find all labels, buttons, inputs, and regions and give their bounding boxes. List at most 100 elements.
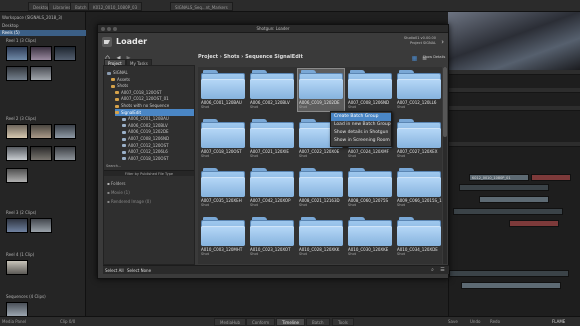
grid-view-icon[interactable]: ▦ (410, 54, 419, 63)
folder-icon (299, 70, 343, 99)
shot-type: Shot (397, 252, 405, 256)
tab-tools[interactable]: Tools (332, 318, 354, 326)
tab-clip[interactable]: K012_0010_1080P_03 (88, 2, 143, 11)
shot-type: Shot (250, 252, 258, 256)
folder-icon (115, 104, 119, 108)
clip-thumbnail[interactable] (6, 66, 28, 81)
library-item[interactable]: Reels (5) (2, 30, 20, 36)
shot-folder[interactable]: A007_C042_120XOP Shot (248, 168, 296, 216)
tab-conform[interactable]: Conform (246, 318, 276, 326)
clip-thumbnail[interactable] (6, 168, 28, 183)
folder-icon (397, 119, 441, 148)
shot-folder[interactable]: A007_C027_120XEX Shot (395, 119, 442, 167)
tree-search-input[interactable]: Search... (106, 164, 121, 169)
shot-folder[interactable]: A008_C021_12163D Shot (297, 168, 345, 216)
clip-thumbnail[interactable] (6, 302, 28, 317)
shot-folder[interactable]: A006_C002_120BLV Shot (248, 70, 296, 118)
shot-folder[interactable]: A010_C028_120XKK Shot (297, 217, 345, 264)
clip-thumbnail[interactable] (54, 46, 76, 61)
tab-sequence[interactable]: SIGNALS_Seq...nt_Markers (170, 2, 233, 11)
clip-thumbnail[interactable] (6, 124, 28, 139)
timeline-clip[interactable] (461, 282, 561, 289)
filter-rendered-image[interactable]: ▪ Rendered Image (0) (107, 198, 151, 205)
clip-thumbnail[interactable] (30, 66, 52, 81)
library-item[interactable]: Reel 3 (2 Clips) (6, 210, 36, 216)
clip-thumbnail[interactable] (30, 218, 52, 233)
folder-icon (397, 217, 441, 246)
search-icon[interactable]: ⌕ (429, 267, 436, 274)
tree-item-label: A007_C012_120OST (128, 142, 169, 148)
menu-item-load-new-batch-group[interactable]: Load in new Batch Group (331, 121, 391, 129)
shot-folder[interactable]: A007_C021_120XIE Shot (248, 119, 296, 167)
tab-batch-bottom[interactable]: Batch (306, 318, 330, 326)
folder-icon (107, 71, 111, 75)
shot-folder[interactable]: A010_C003_120MHT Shot (199, 217, 247, 264)
clip-thumbnail[interactable] (6, 260, 28, 275)
undo-button[interactable]: Undo (470, 318, 480, 326)
clip-thumbnail[interactable] (6, 218, 28, 233)
shot-folder[interactable]: A009_C066_12015S_1 Shot (395, 168, 442, 216)
select-none-button[interactable]: Select None (127, 267, 151, 274)
clip-thumbnail[interactable] (6, 146, 28, 161)
shot-folder[interactable]: A007_C018_120OST Shot (199, 119, 247, 167)
library-item[interactable]: Reel 2 (3 Clips) (6, 116, 36, 122)
library-item[interactable]: Desktop (2, 23, 19, 29)
tree-item-label: SIGNAL (113, 70, 128, 75)
folder-icon (201, 70, 245, 99)
chevron-right-icon[interactable]: › (441, 38, 444, 46)
shot-type: Shot (397, 203, 405, 207)
shot-type: Shot (250, 105, 258, 109)
timeline-clip[interactable]: K012_0010_1080P_01 (469, 174, 529, 181)
clip-thumbnail[interactable] (54, 146, 76, 161)
library-item[interactable]: Reel 1 (3 Clips) (6, 38, 36, 44)
library-item[interactable]: Sequences (4 Clips) (6, 294, 46, 300)
tree-item[interactable]: A007_C018_120OST (122, 155, 194, 162)
clip-thumbnail[interactable] (54, 124, 76, 139)
timeline-clip[interactable] (449, 270, 569, 277)
window-titlebar: Shotgun: Loader (98, 25, 448, 33)
shot-folder[interactable]: A010_C030_120XKE Shot (346, 217, 394, 264)
timeline-clip[interactable] (453, 208, 563, 215)
library-item[interactable]: Reel 4 (1 Clip) (6, 252, 34, 258)
clip-thumbnail[interactable] (30, 124, 52, 139)
folder-icon (122, 117, 126, 121)
clip-thumbnail[interactable] (30, 146, 52, 161)
filter-folders[interactable]: ▪ Folders (107, 180, 125, 187)
menu-item-show-screening-room[interactable]: Show in Screening Room (331, 137, 391, 145)
shot-folder[interactable]: A010_C023_120XOT Shot (248, 217, 296, 264)
folder-icon (115, 91, 119, 95)
folder-icon (122, 157, 126, 161)
context-menu: Create Batch Group Load in new Batch Gro… (330, 111, 392, 147)
tab-mediahub[interactable]: MediaHub (214, 318, 247, 326)
tree-item-label: A007_C012_1206L6 (128, 149, 168, 155)
timeline-clip[interactable] (531, 174, 571, 181)
shot-folder[interactable]: A008_C060_12075S Shot (346, 168, 394, 216)
timeline-clip[interactable] (479, 196, 549, 203)
tab-my-tasks[interactable]: My Tasks (126, 59, 152, 66)
grid-scrollbar[interactable] (443, 67, 447, 264)
menu-icon[interactable]: ☰ (439, 267, 446, 274)
media-panel-label[interactable]: Media Panel (2, 318, 26, 326)
menu-item-create-batch-group[interactable]: Create Batch Group (331, 113, 391, 121)
clip-thumbnail[interactable] (30, 46, 52, 61)
timeline-clip[interactable] (459, 184, 549, 191)
save-button[interactable]: Save (448, 318, 458, 326)
menu-item-show-details[interactable]: Show details in Shotgun (331, 129, 391, 137)
filter-movie[interactable]: ▪ Movie (1) (107, 189, 130, 196)
shotgun-logo-icon (102, 37, 112, 47)
tab-project[interactable]: Project (104, 59, 126, 66)
header-info: Studio01 v0.00.00 Project SIGNAL (376, 36, 436, 46)
shot-folder[interactable]: A006_C001_120BAU Shot (199, 70, 247, 118)
timeline-clip[interactable] (509, 220, 559, 227)
shot-folder[interactable]: A010_C034_120XDE Shot (395, 217, 442, 264)
filter-bar[interactable]: Filter by Published File Type (104, 170, 194, 176)
redo-button[interactable]: Redo (490, 318, 500, 326)
clip-thumbnail[interactable] (6, 46, 28, 61)
show-details-button[interactable]: Show Details (422, 53, 446, 62)
shot-type: Shot (201, 154, 209, 158)
select-all-button[interactable]: Select All (105, 267, 124, 274)
tab-timeline[interactable]: Timeline (276, 318, 306, 326)
viewer-image (448, 12, 580, 70)
shot-folder[interactable]: A007_C035_120XEH Shot (199, 168, 247, 216)
shot-folder[interactable]: A007_C012_120LL6 Shot (395, 70, 442, 118)
